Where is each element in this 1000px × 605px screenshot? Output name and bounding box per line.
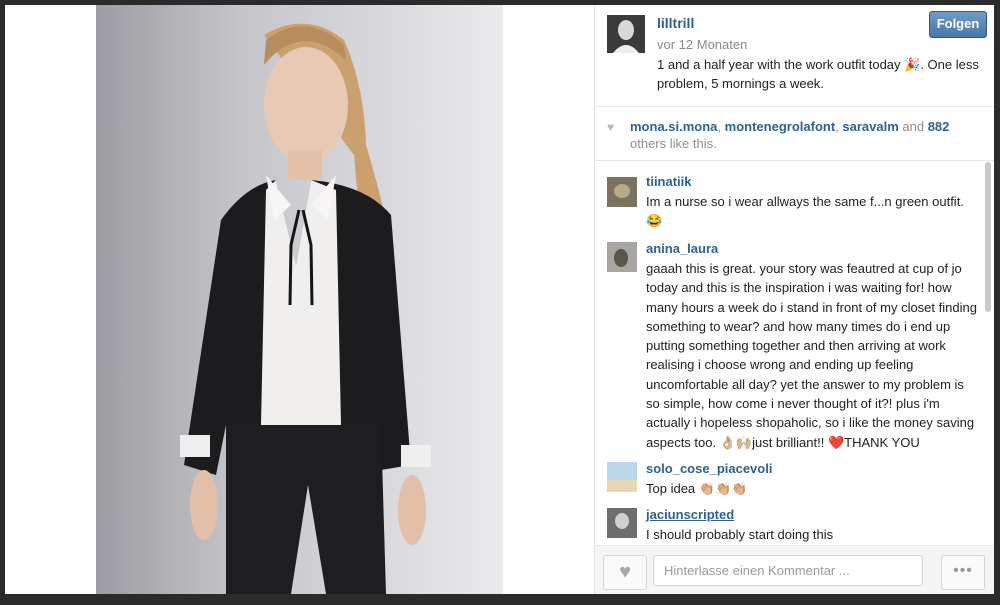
window-edge	[0, 594, 1000, 605]
commenter-username[interactable]: anina_laura	[646, 241, 718, 256]
comment-text: Im a nurse so i wear allways the same f.…	[646, 194, 964, 229]
more-options-icon: •••	[953, 562, 973, 579]
like-user-link[interactable]: saravalm	[842, 119, 898, 134]
likes-count[interactable]: 882	[928, 119, 950, 134]
comment-bar: ♥ •••	[595, 545, 994, 594]
author-username[interactable]: lilltrill	[657, 15, 694, 31]
post-caption: 1 and a half year with the work outfit t…	[657, 57, 979, 91]
commenter-avatar[interactable]	[607, 177, 637, 207]
likes-separator: ,	[717, 119, 725, 134]
post-header: lilltrill vor 12 Monaten 1 and a half ye…	[595, 5, 994, 107]
photo-illustration	[96, 5, 503, 594]
likes-summary: mona.si.mona, montenegrolafont, saravalm…	[630, 118, 980, 152]
like-button[interactable]: ♥	[603, 555, 647, 590]
comment-input[interactable]	[653, 555, 923, 586]
more-options-button[interactable]: •••	[941, 555, 985, 590]
follow-button[interactable]: Folgen	[929, 11, 987, 38]
commenter-username[interactable]: tiinatiik	[646, 174, 692, 189]
comments-scrollbar[interactable]	[985, 162, 991, 312]
photo-area	[5, 5, 594, 594]
heart-icon: ♥	[607, 120, 615, 134]
like-user-link[interactable]: montenegrolafont	[725, 119, 836, 134]
commenter-username[interactable]: solo_cose_piacevoli	[646, 461, 772, 476]
post-timestamp[interactable]: vor 12 Monaten	[657, 37, 747, 52]
commenter-username[interactable]: jaciunscripted	[646, 507, 734, 522]
avatar-image	[607, 15, 645, 53]
avatar-image	[607, 462, 637, 492]
avatar-image	[607, 177, 637, 207]
heart-icon: ♥	[619, 561, 631, 583]
comment-text: Top idea 👏🏼👏🏼👏🏼	[646, 481, 748, 496]
post-sidebar: lilltrill vor 12 Monaten 1 and a half ye…	[594, 5, 994, 594]
comments-list[interactable]: tiinatiik Im a nurse so i wear allways t…	[595, 161, 994, 545]
likes-suffix: others like this.	[630, 136, 717, 151]
commenter-avatar[interactable]	[607, 508, 637, 538]
post-photo[interactable]	[96, 5, 503, 594]
likes-and: and	[898, 119, 928, 134]
commenter-avatar[interactable]	[607, 462, 637, 492]
avatar-image	[607, 508, 637, 538]
comment-text: I should probably start doing this	[646, 527, 834, 542]
post-modal: lilltrill vor 12 Monaten 1 and a half ye…	[5, 5, 994, 594]
like-user-link[interactable]: mona.si.mona	[630, 119, 717, 134]
commenter-avatar[interactable]	[607, 242, 637, 272]
avatar-image	[607, 242, 637, 272]
likes-section: ♥ mona.si.mona, montenegrolafont, sarava…	[595, 107, 994, 161]
comment-text: gaaah this is great. your story was feau…	[646, 261, 977, 450]
author-avatar[interactable]	[607, 15, 645, 53]
